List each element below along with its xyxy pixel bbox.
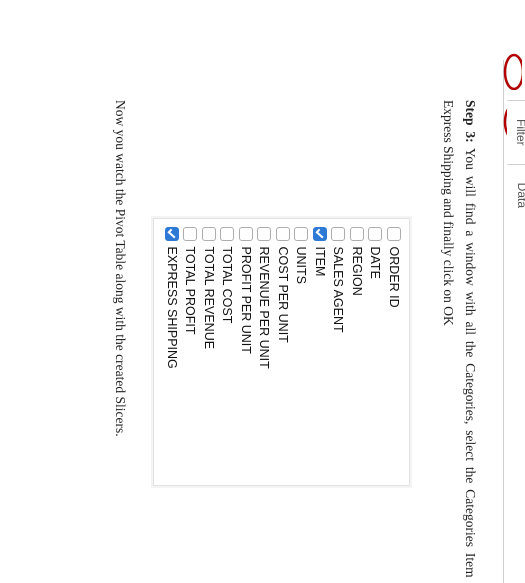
category-label: ITEM xyxy=(310,247,330,277)
category-row: EXPRESS SHIPPING xyxy=(162,227,181,477)
category-row: ITEM xyxy=(310,227,329,477)
categories-panel: ORDER IDDATEREGIONSALES AGENTITEMUNITSCO… xyxy=(153,218,410,486)
category-label: TOTAL COST xyxy=(217,247,237,324)
category-row: PROFIT PER UNIT xyxy=(236,227,255,477)
category-label: TOTAL PROFIT xyxy=(180,247,200,335)
category-label: SALES AGENT xyxy=(328,247,348,333)
category-checkbox[interactable] xyxy=(294,227,308,241)
category-checkbox[interactable] xyxy=(220,227,234,241)
step-text: You will find a window with all the Cate… xyxy=(441,100,478,583)
tab-label: Filter xyxy=(514,119,525,146)
ribbon-fragment: Filter Data xyxy=(503,60,525,583)
category-row: ORDER ID xyxy=(384,227,403,477)
category-checkbox[interactable] xyxy=(165,227,179,241)
step-paragraph: Step 3: You will find a window with all … xyxy=(438,100,481,583)
category-label: DATE xyxy=(365,247,385,279)
category-checkbox[interactable] xyxy=(257,227,271,241)
category-checkbox[interactable] xyxy=(239,227,253,241)
category-row: SALES AGENT xyxy=(329,227,348,477)
category-row: TOTAL COST xyxy=(218,227,237,477)
category-checkbox[interactable] xyxy=(276,227,290,241)
category-checkbox[interactable] xyxy=(350,227,364,241)
tab-label: Data xyxy=(515,183,525,208)
category-checkbox[interactable] xyxy=(183,227,197,241)
category-label: UNITS xyxy=(291,247,311,285)
category-row: UNITS xyxy=(292,227,311,477)
category-label: TOTAL REVENUE xyxy=(199,247,219,350)
category-label: PROFIT PER UNIT xyxy=(236,247,256,354)
category-row: REVENUE PER UNIT xyxy=(255,227,274,477)
category-row: REGION xyxy=(347,227,366,477)
category-checkbox[interactable] xyxy=(368,227,382,241)
tab-data[interactable]: Data xyxy=(507,165,525,226)
category-row: TOTAL PROFIT xyxy=(181,227,200,477)
footer-text: Now you watch the Pivot Table along with… xyxy=(110,100,132,583)
category-checkbox[interactable] xyxy=(202,227,216,241)
tab-filter[interactable]: Filter xyxy=(507,100,525,165)
step-label: Step 3: xyxy=(463,100,478,143)
category-label: ORDER ID xyxy=(384,247,404,308)
category-checkbox[interactable] xyxy=(387,227,401,241)
category-checkbox[interactable] xyxy=(331,227,345,241)
category-label: COST PER UNIT xyxy=(273,247,293,343)
category-label: REGION xyxy=(347,247,367,296)
category-checkbox[interactable] xyxy=(313,227,327,241)
category-label: EXPRESS SHIPPING xyxy=(162,247,182,369)
category-row: DATE xyxy=(366,227,385,477)
category-row: COST PER UNIT xyxy=(273,227,292,477)
category-label: REVENUE PER UNIT xyxy=(254,247,274,369)
category-row: TOTAL REVENUE xyxy=(199,227,218,477)
marker-loop-a xyxy=(494,50,522,90)
